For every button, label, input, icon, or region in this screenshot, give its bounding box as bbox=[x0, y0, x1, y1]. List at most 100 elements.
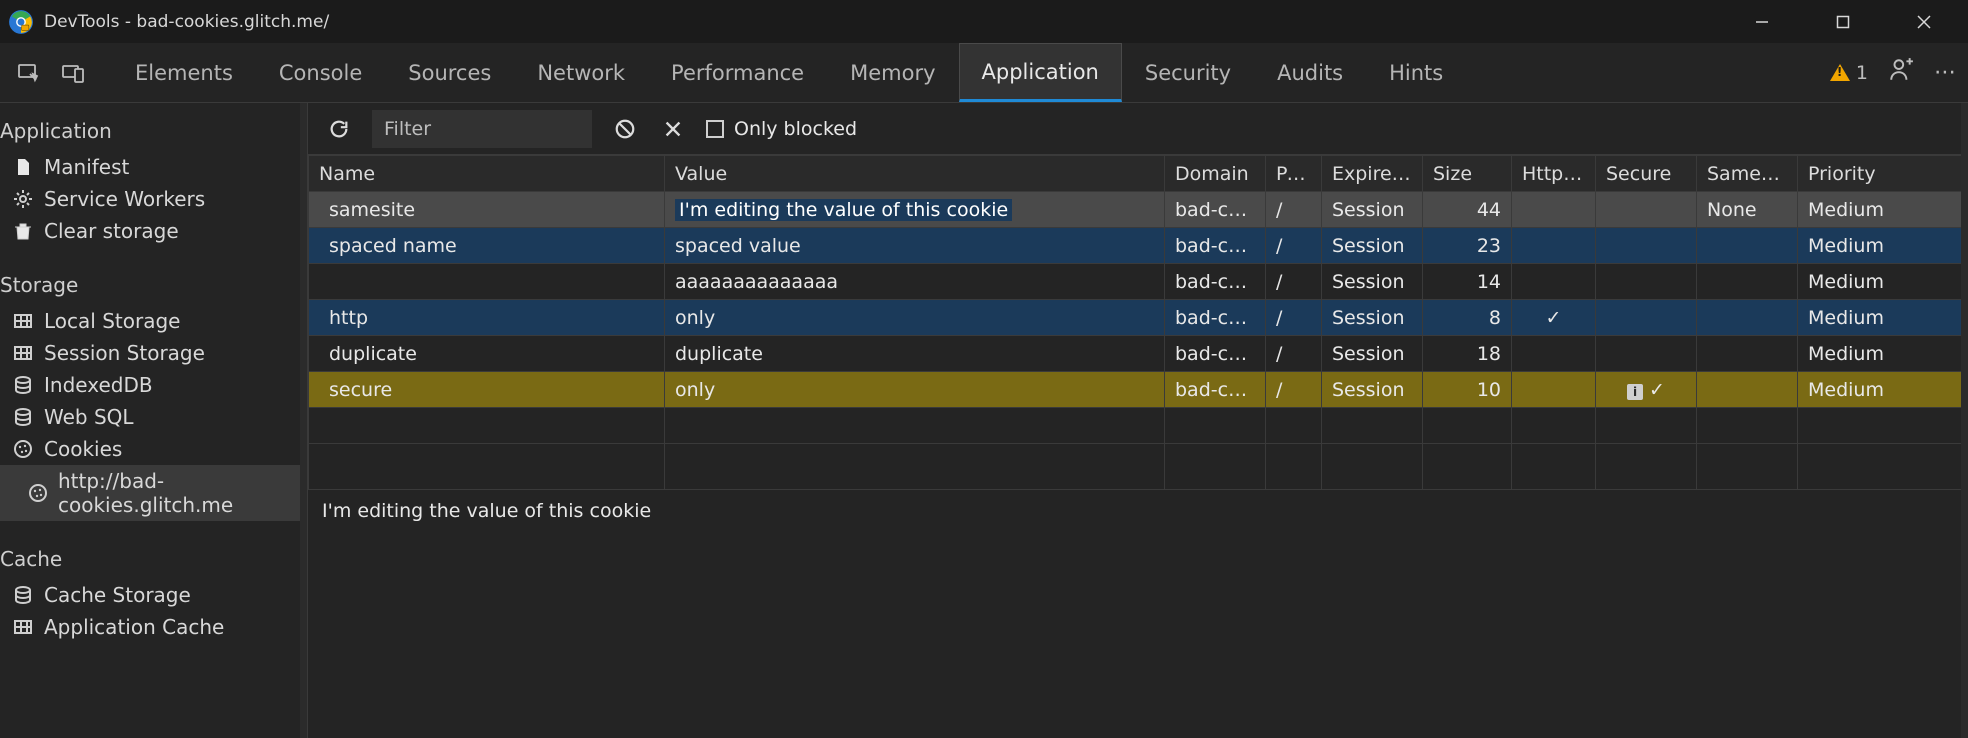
tab-audits[interactable]: Audits bbox=[1254, 43, 1366, 102]
table-cell[interactable]: I'm editing the value of this cookie bbox=[665, 192, 1165, 228]
table-cell[interactable]: i✓ bbox=[1596, 372, 1697, 408]
table-cell[interactable] bbox=[1512, 228, 1596, 264]
table-cell[interactable]: / bbox=[1266, 228, 1322, 264]
table-row[interactable]: secureonlybad-co.../Session10i✓Medium bbox=[309, 372, 1968, 408]
column-header[interactable]: SameS... bbox=[1697, 156, 1798, 192]
table-cell[interactable]: None bbox=[1697, 192, 1798, 228]
table-cell[interactable]: ✓ bbox=[1512, 300, 1596, 336]
table-cell[interactable] bbox=[1596, 192, 1697, 228]
more-options-icon[interactable]: ⋯ bbox=[1934, 60, 1958, 85]
sidebar-item-cookie-domain[interactable]: http://bad-cookies.glitch.me bbox=[0, 465, 307, 521]
table-cell[interactable]: duplicate bbox=[309, 336, 665, 372]
table-cell[interactable]: secure bbox=[309, 372, 665, 408]
close-button[interactable] bbox=[1883, 0, 1964, 43]
table-cell[interactable] bbox=[1512, 372, 1596, 408]
tab-hints[interactable]: Hints bbox=[1366, 43, 1466, 102]
table-cell[interactable]: bad-co... bbox=[1165, 372, 1266, 408]
sidebar-item-application-cache[interactable]: Application Cache bbox=[0, 611, 307, 643]
content-scrollbar[interactable] bbox=[1961, 103, 1968, 738]
table-cell[interactable] bbox=[1697, 300, 1798, 336]
table-cell[interactable] bbox=[1596, 300, 1697, 336]
maximize-button[interactable] bbox=[1802, 0, 1883, 43]
table-cell[interactable]: 10 bbox=[1423, 372, 1512, 408]
table-cell[interactable]: only bbox=[665, 300, 1165, 336]
table-cell[interactable]: / bbox=[1266, 300, 1322, 336]
sidebar-item-clear-storage[interactable]: Clear storage bbox=[0, 215, 307, 247]
table-cell[interactable]: bad-co... bbox=[1165, 264, 1266, 300]
tab-performance[interactable]: Performance bbox=[648, 43, 827, 102]
minimize-button[interactable] bbox=[1721, 0, 1802, 43]
table-row[interactable]: aaaaaaaaaaaaaabad-co.../Session14 Medium bbox=[309, 264, 1968, 300]
table-cell[interactable]: Session bbox=[1322, 264, 1423, 300]
table-cell[interactable]: Session bbox=[1322, 336, 1423, 372]
tab-network[interactable]: Network bbox=[514, 43, 648, 102]
table-cell[interactable]: spaced name bbox=[309, 228, 665, 264]
table-cell[interactable]: aaaaaaaaaaaaaa bbox=[665, 264, 1165, 300]
table-cell[interactable]: 44 bbox=[1423, 192, 1512, 228]
column-header[interactable]: Expires... bbox=[1322, 156, 1423, 192]
column-header[interactable]: Size bbox=[1423, 156, 1512, 192]
table-cell[interactable]: / bbox=[1266, 336, 1322, 372]
table-cell[interactable]: / bbox=[1266, 264, 1322, 300]
tab-elements[interactable]: Elements bbox=[112, 43, 256, 102]
sidebar-item-websql[interactable]: Web SQL bbox=[0, 401, 307, 433]
sidebar-item-service-workers[interactable]: Service Workers bbox=[0, 183, 307, 215]
table-cell[interactable]: 8 bbox=[1423, 300, 1512, 336]
table-cell[interactable]: Session bbox=[1322, 192, 1423, 228]
column-header[interactable]: Path bbox=[1266, 156, 1322, 192]
table-cell[interactable]: Medium bbox=[1798, 228, 1968, 264]
table-cell[interactable]: bad-co... bbox=[1165, 192, 1266, 228]
column-header[interactable]: HttpO... bbox=[1512, 156, 1596, 192]
table-cell[interactable]: Session bbox=[1322, 300, 1423, 336]
sidebar-item-cache-storage[interactable]: Cache Storage bbox=[0, 579, 307, 611]
table-cell[interactable] bbox=[1512, 336, 1596, 372]
table-cell[interactable]: / bbox=[1266, 372, 1322, 408]
table-cell[interactable]: samesite bbox=[309, 192, 665, 228]
table-cell[interactable] bbox=[1512, 192, 1596, 228]
table-cell[interactable]: Medium bbox=[1798, 372, 1968, 408]
table-cell[interactable]: spaced value bbox=[665, 228, 1165, 264]
table-cell[interactable] bbox=[1697, 372, 1798, 408]
table-cell[interactable]: duplicate bbox=[665, 336, 1165, 372]
table-cell[interactable]: Medium bbox=[1798, 300, 1968, 336]
table-cell[interactable]: Session bbox=[1322, 228, 1423, 264]
cookies-table[interactable]: NameValueDomainPathExpires...SizeHttpO..… bbox=[308, 155, 1968, 489]
warnings-badge[interactable]: 1 bbox=[1830, 62, 1868, 84]
table-cell[interactable]: 14 bbox=[1423, 264, 1512, 300]
table-row[interactable]: httponlybad-co.../Session8✓ Medium bbox=[309, 300, 1968, 336]
column-header[interactable]: Secure bbox=[1596, 156, 1697, 192]
only-blocked-checkbox[interactable]: Only blocked bbox=[706, 118, 857, 140]
column-header[interactable]: Domain bbox=[1165, 156, 1266, 192]
table-cell[interactable] bbox=[1596, 336, 1697, 372]
refresh-button[interactable] bbox=[324, 114, 354, 144]
table-cell[interactable]: Medium bbox=[1798, 264, 1968, 300]
sidebar-scrollbar[interactable] bbox=[300, 103, 307, 738]
table-cell[interactable]: http bbox=[309, 300, 665, 336]
tab-security[interactable]: Security bbox=[1122, 43, 1254, 102]
table-cell[interactable] bbox=[1596, 264, 1697, 300]
table-cell[interactable] bbox=[1697, 228, 1798, 264]
table-row[interactable]: samesiteI'm editing the value of this co… bbox=[309, 192, 1968, 228]
tab-application[interactable]: Application bbox=[959, 43, 1122, 102]
table-cell[interactable]: bad-co... bbox=[1165, 300, 1266, 336]
table-cell[interactable]: Medium bbox=[1798, 192, 1968, 228]
tab-memory[interactable]: Memory bbox=[827, 43, 958, 102]
table-cell[interactable] bbox=[1697, 336, 1798, 372]
column-header[interactable]: Value bbox=[665, 156, 1165, 192]
table-cell[interactable] bbox=[1697, 264, 1798, 300]
sidebar-item-indexeddb[interactable]: IndexedDB bbox=[0, 369, 307, 401]
tab-console[interactable]: Console bbox=[256, 43, 385, 102]
table-cell[interactable] bbox=[1512, 264, 1596, 300]
sidebar-item-session-storage[interactable]: Session Storage bbox=[0, 337, 307, 369]
sidebar-item-cookies[interactable]: Cookies bbox=[0, 433, 307, 465]
column-header[interactable]: Priority bbox=[1798, 156, 1968, 192]
sidebar-item-manifest[interactable]: Manifest bbox=[0, 151, 307, 183]
sidebar-item-local-storage[interactable]: Local Storage bbox=[0, 305, 307, 337]
device-toolbar-icon[interactable] bbox=[54, 54, 92, 92]
table-cell[interactable]: bad-co... bbox=[1165, 228, 1266, 264]
table-cell[interactable] bbox=[309, 264, 665, 300]
tab-sources[interactable]: Sources bbox=[385, 43, 514, 102]
table-cell[interactable]: / bbox=[1266, 192, 1322, 228]
table-row[interactable]: duplicateduplicatebad-co.../Session18Med… bbox=[309, 336, 1968, 372]
feedback-icon[interactable] bbox=[1888, 57, 1914, 88]
